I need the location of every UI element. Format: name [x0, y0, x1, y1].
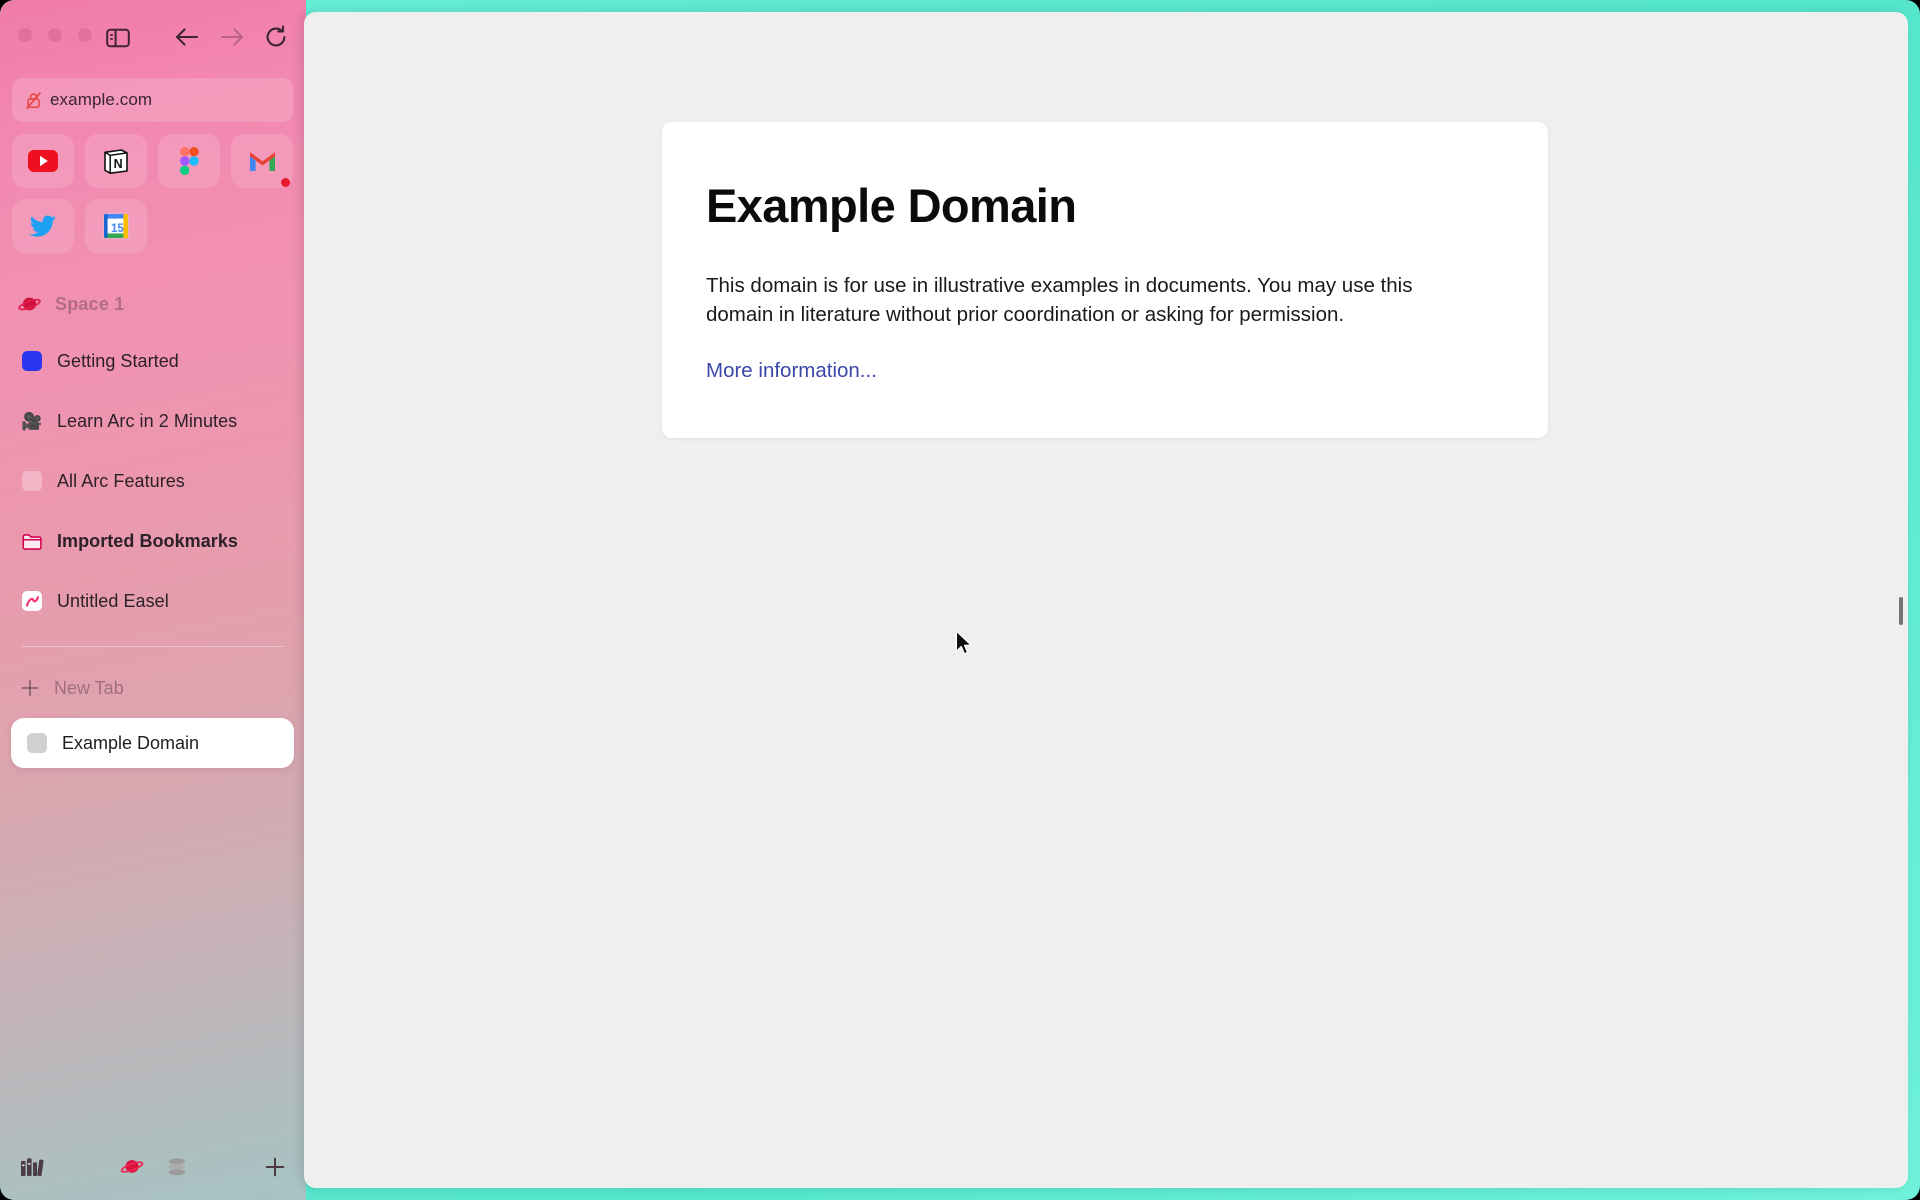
- sidebar-divider: [22, 646, 284, 647]
- youtube-icon: [28, 150, 58, 172]
- reload-icon[interactable]: [261, 22, 291, 52]
- sidebar-item-label: Imported Bookmarks: [57, 530, 238, 551]
- lock-slash-icon: [26, 91, 41, 109]
- notion-icon: N: [104, 148, 128, 174]
- pinned-tile-notion[interactable]: N: [85, 134, 147, 188]
- archive-stack-icon[interactable]: [160, 1150, 194, 1184]
- sidebar-item-all-arc-features[interactable]: All Arc Features: [8, 460, 298, 502]
- vertical-scrollbar[interactable]: [1899, 597, 1903, 625]
- tab-example-domain[interactable]: Example Domain: [11, 718, 294, 768]
- sidebar-item-label: Getting Started: [57, 350, 179, 371]
- new-tab-button[interactable]: New Tab: [20, 668, 290, 708]
- arrow-left-icon[interactable]: [172, 22, 202, 52]
- sidebar-item-imported-bookmarks[interactable]: Imported Bookmarks: [8, 520, 298, 562]
- sidebar-item-learn-arc[interactable]: 🎥 Learn Arc in 2 Minutes: [8, 400, 298, 442]
- unread-badge: [281, 178, 290, 187]
- pinned-tile-twitter[interactable]: [12, 199, 74, 253]
- plus-icon: [20, 678, 40, 698]
- sidebar-item-label: Learn Arc in 2 Minutes: [57, 410, 238, 431]
- traffic-lights: [18, 28, 92, 42]
- easel-icon: [22, 591, 42, 611]
- pinned-tiles-grid: N 15: [12, 134, 294, 253]
- url-bar[interactable]: example.com: [12, 78, 293, 122]
- sidebar-item-label: Untitled Easel: [57, 590, 169, 611]
- figma-icon: [179, 147, 199, 175]
- blue-square-favicon: [22, 351, 42, 371]
- movie-camera-icon: 🎥: [21, 411, 43, 431]
- tab-label: Example Domain: [62, 732, 200, 753]
- pinned-tile-youtube[interactable]: [12, 134, 74, 188]
- pinned-tile-gmail[interactable]: [231, 134, 293, 188]
- svg-text:N: N: [114, 157, 123, 171]
- blank-favicon: [27, 733, 47, 753]
- sidebar-item-untitled-easel[interactable]: Untitled Easel: [8, 580, 298, 622]
- calendar-icon: 15: [103, 213, 129, 239]
- url-text: example.com: [50, 90, 153, 109]
- page-paragraph: This domain is for use in illustrative e…: [706, 274, 1413, 327]
- svg-text:15: 15: [111, 223, 124, 235]
- close-button[interactable]: [18, 28, 32, 42]
- space-label: Space 1: [55, 294, 125, 314]
- folder-icon: [22, 531, 42, 551]
- arrow-right-icon: [217, 22, 247, 52]
- sidebar-bottom-bar: [0, 1138, 306, 1200]
- pinned-tile-figma[interactable]: [158, 134, 220, 188]
- space-header[interactable]: Space 1: [18, 294, 124, 315]
- more-information-link[interactable]: More information...: [706, 359, 877, 382]
- planet-icon[interactable]: [115, 1150, 149, 1184]
- gmail-icon: [249, 152, 275, 171]
- plus-icon[interactable]: [258, 1150, 292, 1184]
- sidebar-toggle-icon[interactable]: [103, 23, 133, 53]
- new-tab-label: New Tab: [54, 677, 124, 698]
- browser-content-area: Example Domain This domain is for use in…: [304, 12, 1908, 1188]
- browser-window: example.com N 15 Space 1 Getting Started…: [0, 0, 1920, 1200]
- page-title: Example Domain: [706, 179, 1077, 232]
- library-books-icon[interactable]: [15, 1150, 49, 1184]
- sidebar-item-getting-started[interactable]: Getting Started: [8, 340, 298, 382]
- pinned-tile-google-calendar[interactable]: 15: [85, 199, 147, 253]
- sidebar-item-label: All Arc Features: [57, 470, 185, 491]
- example-domain-card: Example Domain This domain is for use in…: [662, 122, 1548, 438]
- planet-icon: [18, 295, 42, 315]
- minimize-button[interactable]: [48, 28, 62, 42]
- twitter-icon: [29, 214, 56, 237]
- sidebar: example.com N 15 Space 1 Getting Started…: [0, 0, 306, 1200]
- zoom-button[interactable]: [78, 28, 92, 42]
- blank-favicon: [22, 471, 42, 491]
